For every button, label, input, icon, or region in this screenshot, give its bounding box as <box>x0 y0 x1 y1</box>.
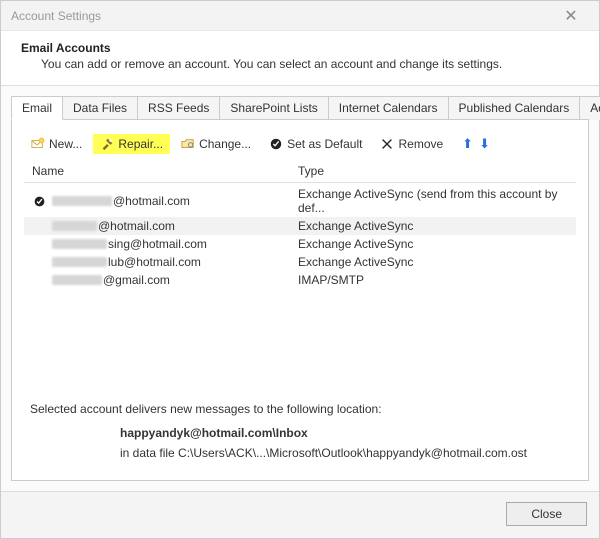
account-name: @hotmail.com <box>98 219 175 233</box>
new-label: New... <box>49 137 82 151</box>
account-type: Exchange ActiveSync <box>298 219 576 233</box>
remove-x-icon <box>380 137 394 151</box>
window-title: Account Settings <box>11 9 551 23</box>
account-row[interactable]: sing@hotmail.com Exchange ActiveSync <box>24 235 576 253</box>
remove-label: Remove <box>398 137 443 151</box>
move-down-icon[interactable]: ⬇ <box>479 136 490 152</box>
delivery-location: happyandyk@hotmail.com\Inbox <box>120 426 570 440</box>
account-settings-dialog: Account Settings ✕ Email Accounts You ca… <box>0 0 600 539</box>
set-default-button[interactable]: Set as Default <box>262 134 369 154</box>
delivery-path: in data file C:\Users\ACK\...\Microsoft\… <box>120 446 570 460</box>
dialog-footer: Close <box>1 491 599 538</box>
toolbar: New... Repair... Change... <box>24 130 576 160</box>
tab-internet-calendars[interactable]: Internet Calendars <box>328 96 449 120</box>
set-default-label: Set as Default <box>287 137 362 151</box>
change-label: Change... <box>199 137 251 151</box>
close-icon[interactable]: ✕ <box>551 6 591 26</box>
delivery-label: Selected account delivers new messages t… <box>30 402 570 416</box>
repair-label: Repair... <box>118 137 163 151</box>
delivery-section: Selected account delivers new messages t… <box>24 384 576 460</box>
tab-email[interactable]: Email <box>11 96 63 120</box>
change-button[interactable]: Change... <box>174 134 258 154</box>
account-list: @hotmail.com Exchange ActiveSync (send f… <box>24 183 576 289</box>
account-row[interactable]: @gmail.com IMAP/SMTP <box>24 271 576 289</box>
new-button[interactable]: New... <box>24 134 89 154</box>
page-heading: Email Accounts <box>21 41 579 55</box>
account-type: Exchange ActiveSync <box>298 237 576 251</box>
account-row[interactable]: lub@hotmail.com Exchange ActiveSync <box>24 253 576 271</box>
default-check-icon <box>32 194 46 208</box>
tab-rss-feeds[interactable]: RSS Feeds <box>137 96 220 120</box>
account-name: sing@hotmail.com <box>108 237 207 251</box>
move-up-icon[interactable]: ⬆ <box>462 136 473 152</box>
titlebar: Account Settings ✕ <box>1 1 599 31</box>
repair-button[interactable]: Repair... <box>93 134 170 154</box>
remove-button[interactable]: Remove <box>373 134 450 154</box>
tab-address-books[interactable]: Address Books <box>579 96 600 120</box>
content-area: Email Data Files RSS Feeds SharePoint Li… <box>1 85 599 491</box>
folder-gear-icon <box>181 137 195 151</box>
check-circle-icon <box>269 137 283 151</box>
list-header: Name Type <box>24 160 576 183</box>
tab-published-calendars[interactable]: Published Calendars <box>448 96 581 120</box>
page-subheading: You can add or remove an account. You ca… <box>21 55 579 71</box>
account-name: @hotmail.com <box>113 194 190 208</box>
account-row[interactable]: @hotmail.com Exchange ActiveSync <box>24 217 576 235</box>
column-name[interactable]: Name <box>28 164 298 178</box>
account-name: lub@hotmail.com <box>108 255 201 269</box>
tab-sharepoint-lists[interactable]: SharePoint Lists <box>219 96 328 120</box>
account-name: @gmail.com <box>103 273 170 287</box>
header-section: Email Accounts You can add or remove an … <box>1 31 599 85</box>
account-type: IMAP/SMTP <box>298 273 576 287</box>
tools-icon <box>100 137 114 151</box>
account-type: Exchange ActiveSync <box>298 255 576 269</box>
tab-panel-email: New... Repair... Change... <box>11 119 589 481</box>
tab-strip: Email Data Files RSS Feeds SharePoint Li… <box>11 96 589 120</box>
mail-new-icon <box>31 137 45 151</box>
close-button[interactable]: Close <box>506 502 587 526</box>
account-row[interactable]: @hotmail.com Exchange ActiveSync (send f… <box>24 185 576 217</box>
tab-data-files[interactable]: Data Files <box>62 96 138 120</box>
column-type[interactable]: Type <box>298 164 576 178</box>
account-type: Exchange ActiveSync (send from this acco… <box>298 187 576 215</box>
